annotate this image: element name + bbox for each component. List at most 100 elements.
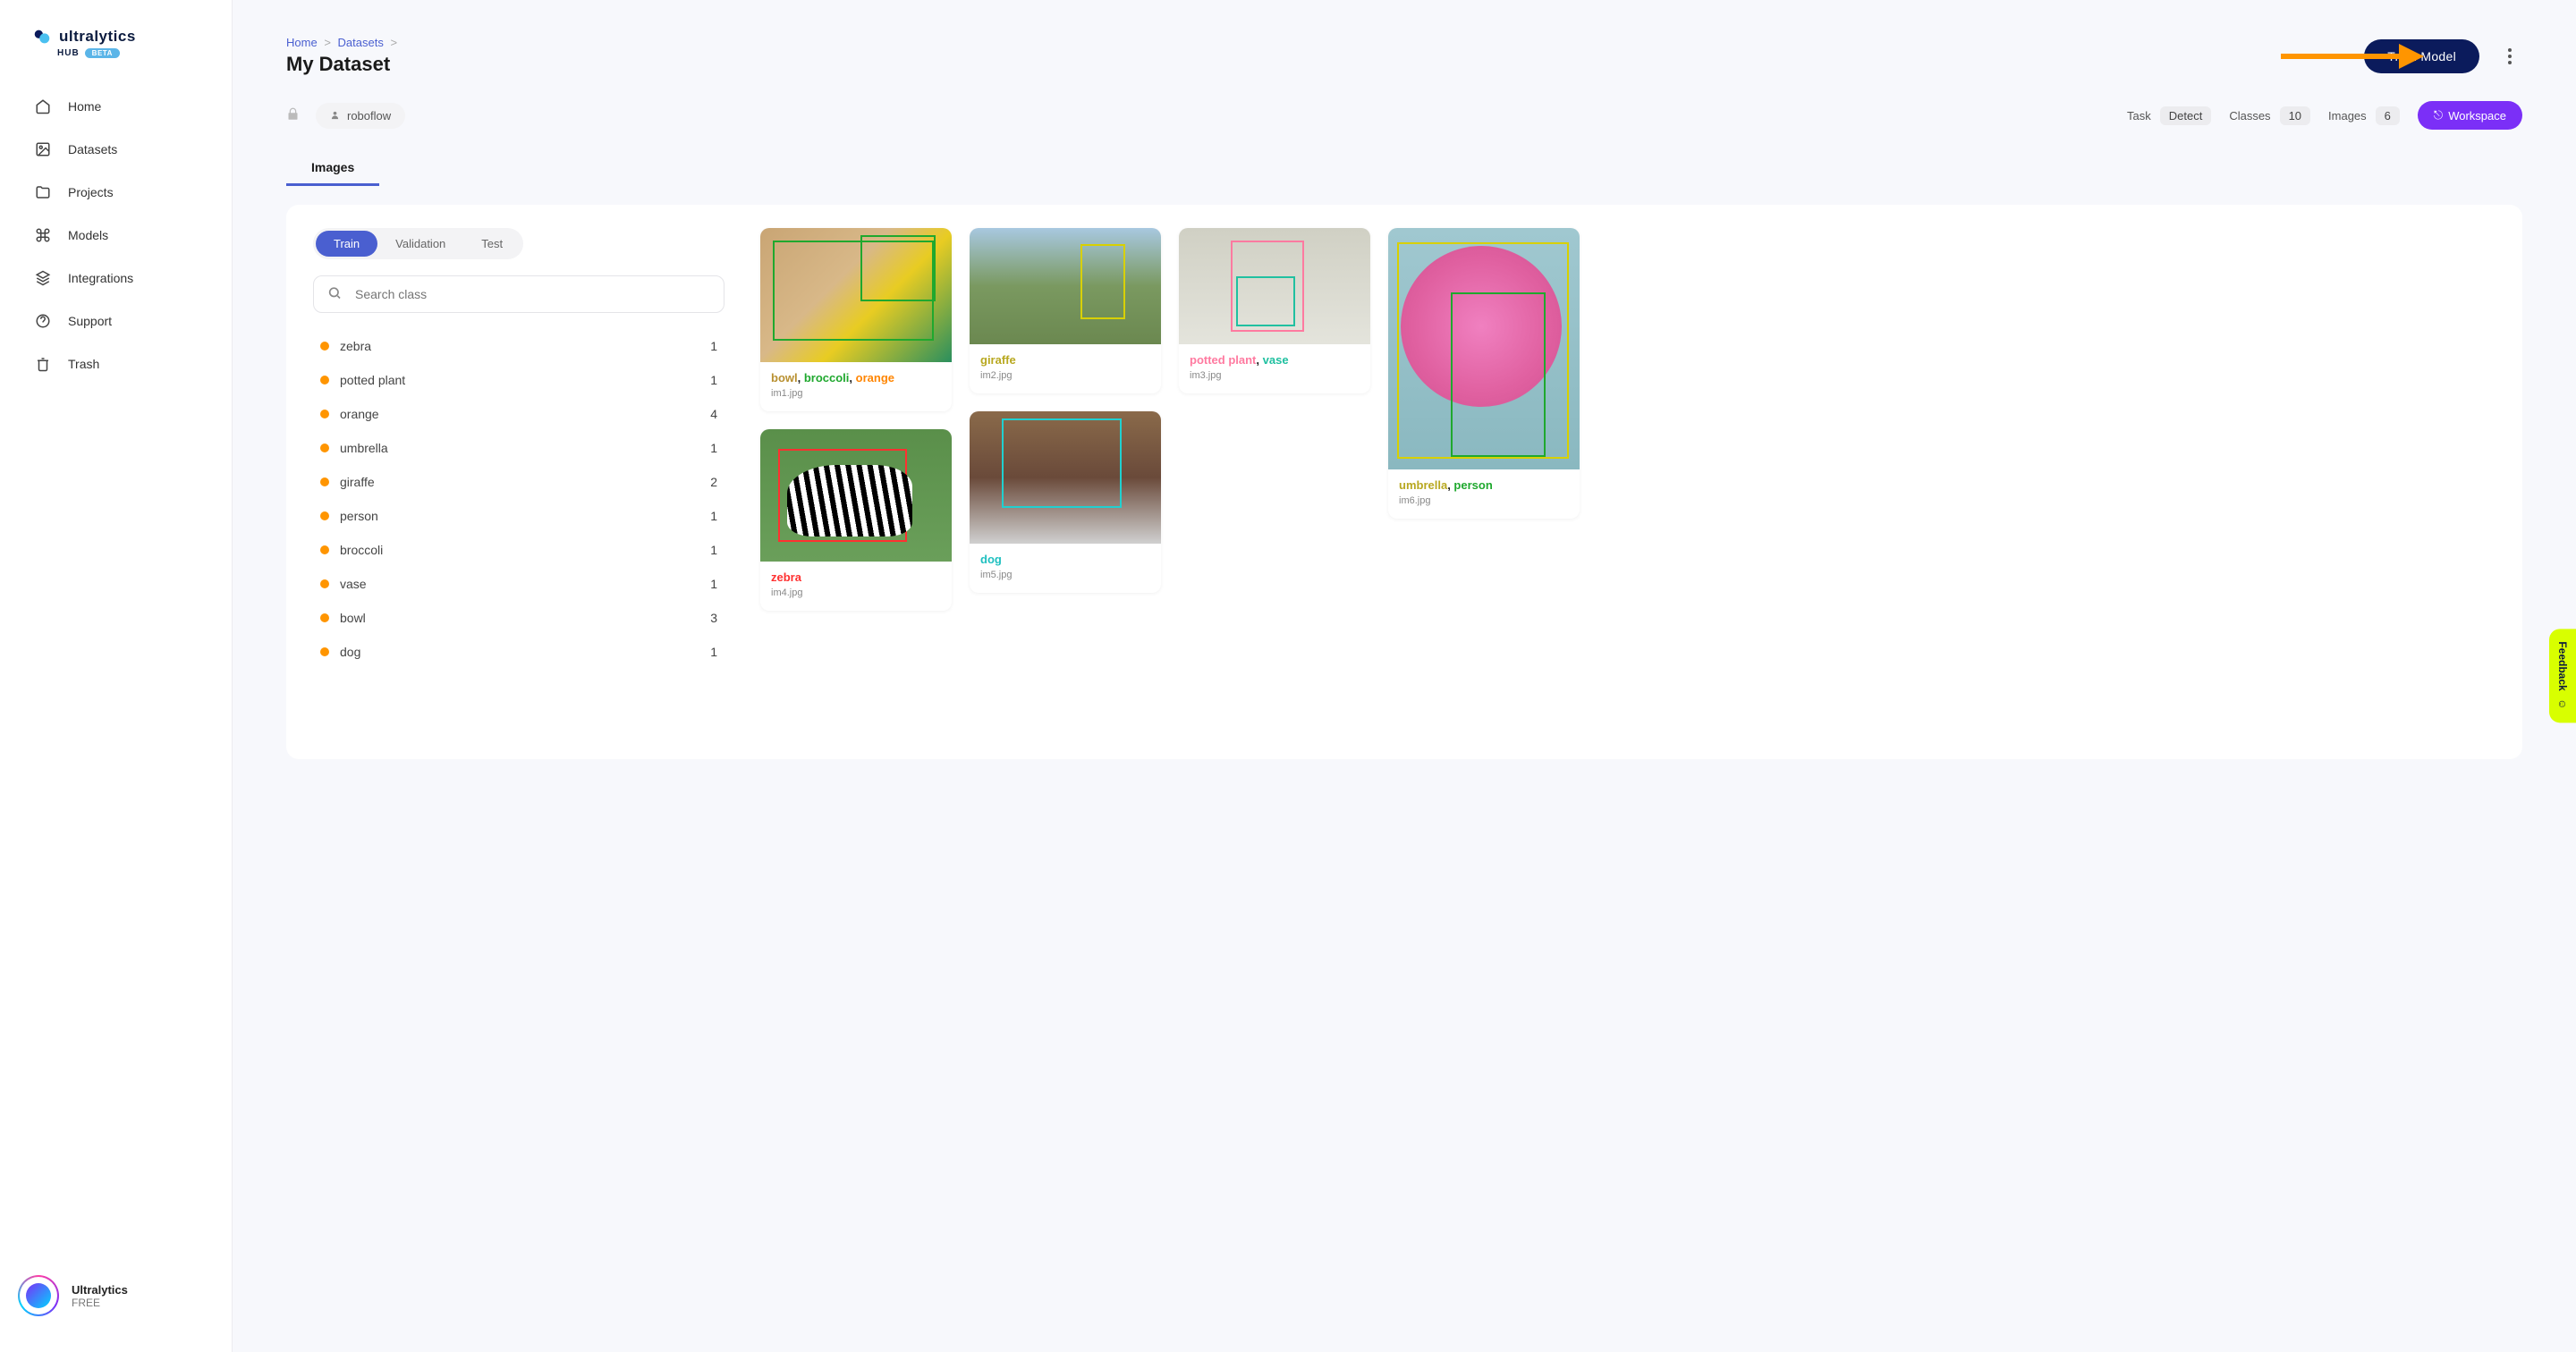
class-count: 1 [710,577,717,591]
home-icon [34,97,52,115]
sidebar-item-label: Trash [68,357,99,371]
class-row[interactable]: zebra 1 [313,329,724,363]
trash-icon [34,355,52,373]
image-filename: im6.jpg [1399,495,1569,506]
image-card[interactable]: zebra im4.jpg [760,429,952,611]
logo-text: ultralytics [59,28,136,46]
tab-images[interactable]: Images [286,151,379,186]
search-input[interactable] [313,275,724,313]
image-grid: bowl, broccoli, orange im1.jpg zebra im4… [760,228,1580,736]
stat-classes: Classes 10 [2229,106,2310,125]
class-dot-icon [320,579,329,588]
logo-icon [32,27,52,46]
class-dot-icon [320,647,329,656]
logo[interactable]: ultralytics HUB BETA [0,18,232,85]
smile-icon: ☺ [2556,698,2569,711]
image-card[interactable]: umbrella, person im6.jpg [1388,228,1580,519]
workspace-button[interactable]: ⎋ Workspace [2418,101,2522,130]
page-title: My Dataset [286,53,401,76]
footer-plan: FREE [72,1297,128,1309]
class-count: 3 [710,611,717,625]
owner-name: roboflow [347,109,391,123]
image-thumbnail [970,411,1161,544]
class-row[interactable]: broccoli1 [313,533,724,567]
split-test[interactable]: Test [463,231,521,257]
split-train[interactable]: Train [316,231,377,257]
more-menu-button[interactable] [2497,44,2522,69]
class-row[interactable]: umbrella1 [313,431,724,465]
breadcrumb-home[interactable]: Home [286,36,318,49]
class-name: bowl [340,611,366,625]
sidebar-item-projects[interactable]: Projects [18,171,214,214]
arrow-annotation [2281,49,2424,63]
image-filename: im5.jpg [980,570,1150,580]
class-name: potted plant [340,373,405,387]
class-name: dog [340,645,360,659]
sidebar-item-label: Home [68,99,101,114]
main-tabs: Images [286,151,2522,187]
class-dot-icon [320,410,329,418]
image-card[interactable]: giraffe im2.jpg [970,228,1161,393]
class-dot-icon [320,545,329,554]
logo-beta-badge: BETA [85,48,120,58]
image-filename: im1.jpg [771,388,941,399]
class-count: 1 [710,373,717,387]
class-count: 4 [710,407,717,421]
class-dot-icon [320,477,329,486]
sidebar-item-integrations[interactable]: Integrations [18,257,214,300]
image-thumbnail [760,429,952,562]
workspace-icon: ⎋ [2434,108,2443,123]
image-labels: bowl, broccoli, orange [771,371,941,384]
image-filename: im4.jpg [771,587,941,598]
class-row[interactable]: potted plant 1 [313,363,724,397]
class-name: zebra [340,339,371,353]
sidebar-item-home[interactable]: Home [18,85,214,128]
image-labels: potted plant, vase [1190,353,1360,367]
breadcrumb: Home > Datasets > [286,36,401,49]
split-validation[interactable]: Validation [377,231,463,257]
image-thumbnail [970,228,1161,344]
class-count: 1 [710,543,717,557]
image-labels: giraffe [980,353,1150,367]
sidebar-item-label: Projects [68,185,114,199]
sidebar-item-support[interactable]: Support [18,300,214,342]
split-tabs: Train Validation Test [313,228,523,259]
class-dot-icon [320,342,329,351]
sidebar-footer[interactable]: Ultralytics FREE [0,1257,232,1334]
image-filename: im3.jpg [1190,370,1360,381]
folder-icon [34,183,52,201]
avatar [18,1275,59,1316]
class-count: 1 [710,441,717,455]
class-name: vase [340,577,367,591]
image-thumbnail [760,228,952,362]
image-labels: dog [980,553,1150,566]
sidebar-item-datasets[interactable]: Datasets [18,128,214,171]
help-icon [34,312,52,330]
breadcrumb-datasets[interactable]: Datasets [338,36,384,49]
sidebar-item-trash[interactable]: Trash [18,342,214,385]
class-row[interactable]: bowl 3 [313,601,724,635]
sidebar-item-models[interactable]: Models [18,214,214,257]
class-count: 1 [710,509,717,523]
class-count: 1 [710,645,717,659]
image-card[interactable]: dog im5.jpg [970,411,1161,593]
class-row[interactable]: person 1 [313,499,724,533]
class-row[interactable]: vase 1 [313,567,724,601]
image-card[interactable]: potted plant, vase im3.jpg [1179,228,1370,393]
image-icon [34,140,52,158]
sidebar: ultralytics HUB BETA Home Datasets Proje… [0,0,233,1352]
image-card[interactable]: bowl, broccoli, orange im1.jpg [760,228,952,411]
class-row[interactable]: giraffe2 [313,465,724,499]
class-row[interactable]: orange 4 [313,397,724,431]
class-name: person [340,509,378,523]
image-thumbnail [1388,228,1580,469]
class-count: 1 [710,339,717,353]
class-row[interactable]: dog 1 [313,635,724,669]
class-dot-icon [320,511,329,520]
owner-chip[interactable]: roboflow [316,103,405,129]
sidebar-item-label: Integrations [68,271,133,285]
feedback-tab[interactable]: Feedback ☺ [2549,629,2576,722]
class-name: orange [340,407,379,421]
class-list: zebra 1 potted plant 1 orange 4 umbrella1giraf… [313,329,724,669]
footer-name: Ultralytics [72,1283,128,1297]
